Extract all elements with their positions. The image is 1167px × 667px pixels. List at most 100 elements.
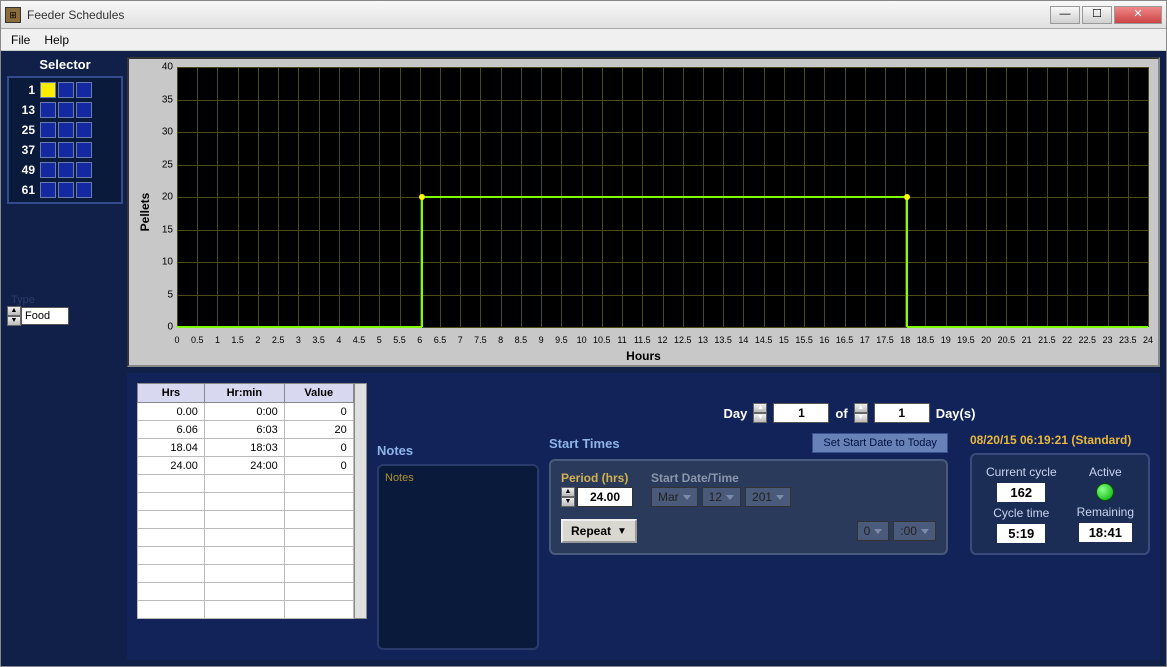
table-cell[interactable]	[204, 565, 284, 583]
spin-up-icon[interactable]: ▲	[561, 487, 575, 497]
selector-cell[interactable]	[58, 162, 74, 178]
hour-select[interactable]: 0	[857, 521, 890, 541]
table-cell[interactable]: 0	[284, 403, 353, 421]
repeat-button[interactable]: Repeat▼	[561, 519, 637, 543]
year-select[interactable]: 201	[745, 487, 791, 507]
minimize-button[interactable]: —	[1050, 6, 1080, 24]
table-cell[interactable]	[204, 529, 284, 547]
current-cycle-value: 162	[997, 483, 1045, 502]
table-cell[interactable]	[138, 529, 205, 547]
selector-cell[interactable]	[40, 102, 56, 118]
table-row[interactable]	[138, 547, 354, 565]
type-input[interactable]	[21, 307, 69, 325]
spin-down-icon[interactable]: ▼	[854, 413, 868, 423]
controls-panel: Day ▲▼ of ▲▼ Day(s) Start Times Set Star…	[549, 383, 1150, 650]
spin-down-icon[interactable]: ▼	[7, 316, 21, 326]
selector-cell[interactable]	[58, 182, 74, 198]
selector-cell[interactable]	[76, 142, 92, 158]
month-select[interactable]: Mar	[651, 487, 698, 507]
table-row[interactable]	[138, 529, 354, 547]
table-cell[interactable]	[138, 565, 205, 583]
table-row[interactable]	[138, 565, 354, 583]
close-button[interactable]: ✕	[1114, 6, 1162, 24]
table-cell[interactable]	[284, 565, 353, 583]
table-row[interactable]	[138, 583, 354, 601]
table-cell[interactable]	[204, 511, 284, 529]
table-cell[interactable]	[204, 601, 284, 619]
table-row[interactable]: 24.0024:000	[138, 457, 354, 475]
spin-up-icon[interactable]: ▲	[7, 306, 21, 316]
selector-cell[interactable]	[58, 102, 74, 118]
minute-select[interactable]: :00	[893, 521, 936, 541]
table-cell[interactable]	[284, 511, 353, 529]
selector-cell[interactable]	[76, 182, 92, 198]
table-scrollbar[interactable]	[354, 383, 367, 619]
day-select[interactable]: 12	[702, 487, 741, 507]
table-cell[interactable]	[284, 475, 353, 493]
dropdown-icon	[776, 495, 784, 500]
table-cell[interactable]	[204, 475, 284, 493]
table-cell[interactable]: 24:00	[204, 457, 284, 475]
day-spinner[interactable]: ▲▼	[753, 403, 767, 423]
selector-cell[interactable]	[40, 142, 56, 158]
table-cell[interactable]: 6:03	[204, 421, 284, 439]
table-cell[interactable]: 0	[284, 457, 353, 475]
window-title: Feeder Schedules	[27, 8, 1050, 22]
type-spinner[interactable]: ▲▼	[7, 306, 21, 326]
period-input[interactable]	[577, 487, 633, 507]
table-row[interactable]: 18.0418:030	[138, 439, 354, 457]
table-cell[interactable]	[204, 547, 284, 565]
selector-cell[interactable]	[58, 82, 74, 98]
day-input[interactable]	[773, 403, 829, 423]
table-row[interactable]	[138, 511, 354, 529]
table-row[interactable]	[138, 475, 354, 493]
table-row[interactable]	[138, 493, 354, 511]
table-row[interactable]: 6.066:0320	[138, 421, 354, 439]
table-cell[interactable]	[138, 547, 205, 565]
table-cell[interactable]	[138, 493, 205, 511]
selector-cell[interactable]	[76, 162, 92, 178]
menu-help[interactable]: Help	[44, 33, 69, 47]
table-cell[interactable]	[284, 547, 353, 565]
table-cell[interactable]: 0:00	[204, 403, 284, 421]
period-spinner[interactable]: ▲▼	[561, 487, 575, 507]
table-cell[interactable]: 20	[284, 421, 353, 439]
set-start-date-button[interactable]: Set Start Date to Today	[812, 433, 948, 453]
table-cell[interactable]	[204, 493, 284, 511]
total-days-input[interactable]	[874, 403, 930, 423]
table-cell[interactable]	[204, 583, 284, 601]
selector-cell[interactable]	[76, 82, 92, 98]
table-cell[interactable]	[138, 475, 205, 493]
maximize-button[interactable]: ☐	[1082, 6, 1112, 24]
table-cell[interactable]: 18.04	[138, 439, 205, 457]
table-cell[interactable]	[284, 583, 353, 601]
total-days-spinner[interactable]: ▲▼	[854, 403, 868, 423]
table-cell[interactable]	[138, 601, 205, 619]
selector-cell[interactable]	[58, 122, 74, 138]
table-cell[interactable]: 0	[284, 439, 353, 457]
selector-cell[interactable]	[40, 162, 56, 178]
spin-up-icon[interactable]: ▲	[753, 403, 767, 413]
spin-down-icon[interactable]: ▼	[753, 413, 767, 423]
spin-down-icon[interactable]: ▼	[561, 497, 575, 507]
menu-file[interactable]: File	[11, 33, 30, 47]
selector-cell[interactable]	[40, 122, 56, 138]
table-row[interactable]	[138, 601, 354, 619]
table-cell[interactable]	[138, 511, 205, 529]
selector-cell[interactable]	[76, 122, 92, 138]
notes-textarea[interactable]: Notes	[377, 464, 539, 650]
selector-cell[interactable]	[76, 102, 92, 118]
selector-cell[interactable]	[40, 82, 56, 98]
table-cell[interactable]	[284, 529, 353, 547]
table-cell[interactable]: 6.06	[138, 421, 205, 439]
table-cell[interactable]: 0.00	[138, 403, 205, 421]
selector-cell[interactable]	[40, 182, 56, 198]
spin-up-icon[interactable]: ▲	[854, 403, 868, 413]
table-cell[interactable]: 24.00	[138, 457, 205, 475]
table-cell[interactable]	[284, 601, 353, 619]
table-cell[interactable]	[284, 493, 353, 511]
table-cell[interactable]	[138, 583, 205, 601]
selector-cell[interactable]	[58, 142, 74, 158]
table-cell[interactable]: 18:03	[204, 439, 284, 457]
table-row[interactable]: 0.000:000	[138, 403, 354, 421]
